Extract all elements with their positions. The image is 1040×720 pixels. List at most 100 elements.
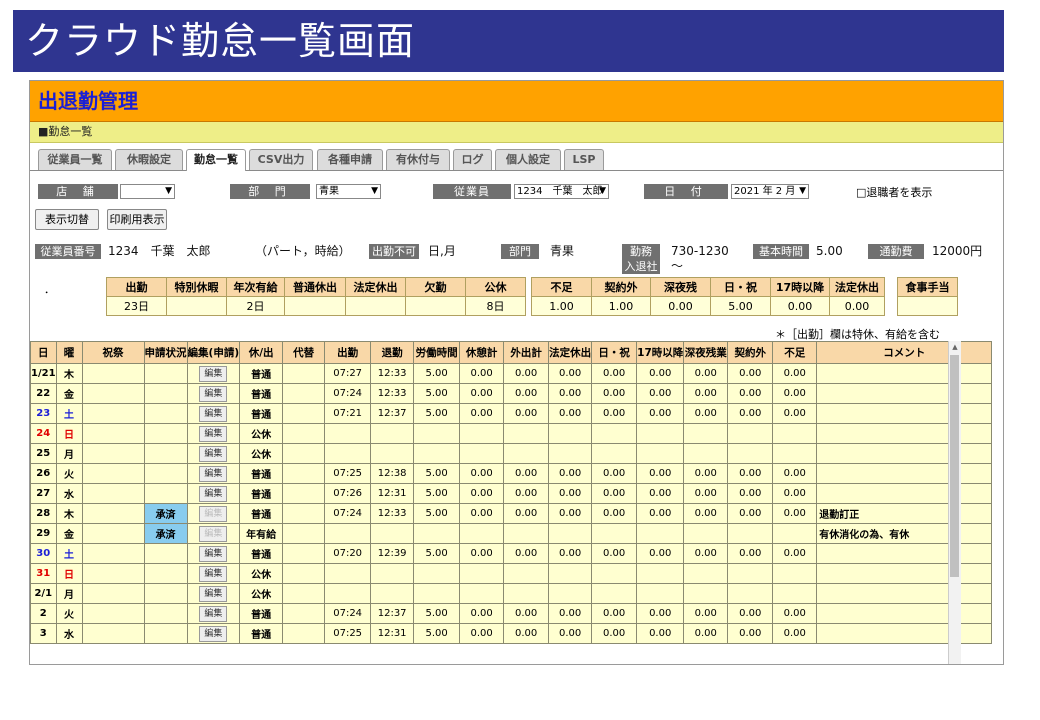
tab-3[interactable]: CSV出力 [249, 149, 313, 170]
cell-hours: 0.00 [683, 483, 729, 504]
edit-button[interactable]: 編集 [199, 625, 228, 642]
cell-edit: 編集 [186, 623, 241, 644]
tab-5[interactable]: 有休付与 [386, 149, 450, 170]
edit-button[interactable]: 編集 [199, 545, 228, 562]
cell-hours [591, 563, 638, 584]
dept-select[interactable]: 青果 ▼ [316, 184, 381, 199]
cell-edit: 編集 [186, 403, 241, 424]
edit-button[interactable]: 編集 [199, 485, 228, 502]
cell-hours: 5.00 [413, 383, 461, 404]
cell-hours: 0.00 [727, 403, 774, 424]
cell-status [143, 363, 188, 384]
grid-header: 日 [30, 341, 57, 364]
cell-hours: 0.00 [503, 363, 550, 384]
cell-hours: 0.00 [548, 543, 593, 564]
attendance-summary-header: 普通休出 [284, 277, 346, 297]
date-select[interactable]: 2021 年 2 月 ▼ [731, 184, 809, 199]
dept-select-value: 青果 [319, 186, 339, 197]
tab-4[interactable]: 各種申請 [317, 149, 383, 170]
scrollbar-thumb[interactable] [950, 355, 959, 577]
cell-hours: 0.00 [727, 503, 774, 524]
edit-button[interactable]: 編集 [199, 605, 228, 622]
cell-holiday [81, 483, 145, 504]
cell-date: 31 [30, 563, 57, 584]
hours-summary: 不足 契約外 深夜残 日・祝 17時以降 法定休出 1.00 1.00 0.00 5.00 0.00… [531, 277, 885, 316]
cell-hours: 0.00 [772, 543, 818, 564]
cell-hours: 0.00 [591, 543, 638, 564]
cell-status [143, 603, 188, 624]
cell-weekday: 金 [55, 523, 83, 544]
edit-button[interactable]: 編集 [199, 365, 228, 382]
shift-label: 勤務 [622, 244, 660, 259]
cell-date: 24 [30, 423, 57, 444]
cell-clock-out: 12:37 [370, 603, 415, 624]
cell-comment: 有休消化の為、有休 [816, 523, 993, 544]
tab-7[interactable]: 個人設定 [495, 149, 561, 170]
cell-comment [816, 363, 993, 384]
base-time-value: 5.00 [816, 244, 843, 258]
cell-hours: 0.00 [591, 363, 638, 384]
edit-button[interactable]: 編集 [199, 445, 228, 462]
cell-date: 1/21 [30, 363, 57, 384]
show-retired-checkbox[interactable]: □退職者を表示 [856, 184, 932, 200]
cell-hours: 0.00 [683, 363, 729, 384]
cell-kind: 普通 [239, 383, 284, 404]
cell-clock-out: 12:39 [370, 543, 415, 564]
chevron-down-icon: ▼ [599, 186, 606, 196]
toggle-view-button[interactable]: 表示切替 [35, 209, 99, 230]
cell-hours: 0.00 [727, 603, 774, 624]
table-row: 30 土編集 普通 07:20 12:39 5.00 0.00 0.00 0.00 0.00 0.0… [30, 543, 993, 564]
cell-hours: 0.00 [683, 623, 729, 644]
attendance-summary-header: 特別休暇 [166, 277, 227, 297]
scroll-up-icon[interactable]: ▲ [949, 341, 961, 353]
cell-hours [636, 563, 685, 584]
tab-6[interactable]: ログ [453, 149, 492, 170]
edit-button[interactable]: 編集 [199, 465, 228, 482]
print-view-button[interactable]: 印刷用表示 [107, 209, 167, 230]
cell-kind: 公休 [239, 583, 284, 604]
cell-hours: 0.00 [683, 383, 729, 404]
employee-info: 従業員番号 1234 千葉 太郎 （パート，時給） 出勤不可 日,月 部門 青果… [30, 244, 1003, 274]
tab-1[interactable]: 休暇設定 [115, 149, 183, 170]
cell-hours: 0.00 [459, 363, 505, 384]
cell-hours: 0.00 [548, 403, 593, 424]
edit-button[interactable]: 編集 [199, 585, 228, 602]
cell-edit: 編集 [186, 503, 241, 524]
employee-id-value: 1234 千葉 太郎 [108, 244, 211, 258]
cell-comment [816, 403, 993, 424]
tab-2[interactable]: 勤怠一覧 [186, 149, 246, 171]
edit-button[interactable]: 編集 [199, 425, 228, 442]
store-select[interactable]: ▼ [120, 184, 175, 199]
cell-hours [636, 423, 685, 444]
attendance-summary-value [284, 296, 346, 316]
cell-hours: 5.00 [413, 483, 461, 504]
cell-hours [548, 563, 593, 584]
cell-status [143, 443, 188, 464]
cell-hours: 0.00 [772, 403, 818, 424]
cell-holiday [81, 443, 145, 464]
hours-summary-value: 1.00 [591, 296, 651, 316]
cell-hours [503, 423, 550, 444]
attendance-summary-header: 欠勤 [405, 277, 466, 297]
meal-summary-value [897, 296, 958, 316]
cell-hours: 0.00 [772, 483, 818, 504]
vertical-scrollbar[interactable]: ▲ [948, 341, 961, 664]
cell-hours [413, 443, 461, 464]
edit-button[interactable]: 編集 [199, 565, 228, 582]
edit-button[interactable]: 編集 [199, 405, 228, 422]
cell-clock-in: 07:25 [324, 463, 372, 484]
cell-edit: 編集 [186, 523, 241, 544]
cell-date: 2 [30, 603, 57, 624]
cell-substitute [282, 563, 326, 584]
edit-button[interactable]: 編集 [199, 385, 228, 402]
attendance-note: ＊［出勤］欄は特休、有給を含む [775, 328, 940, 341]
cell-hours: 5.00 [413, 543, 461, 564]
grid-header: 深夜残業 [683, 341, 729, 364]
cell-hours [772, 443, 818, 464]
cell-kind: 公休 [239, 563, 284, 584]
cell-hours [413, 523, 461, 544]
tab-0[interactable]: 従業員一覧 [38, 149, 112, 170]
cell-substitute [282, 383, 326, 404]
tab-8[interactable]: LSP [564, 149, 604, 170]
employee-select[interactable]: 1234 千葉 太郎 ▼ [514, 184, 609, 199]
